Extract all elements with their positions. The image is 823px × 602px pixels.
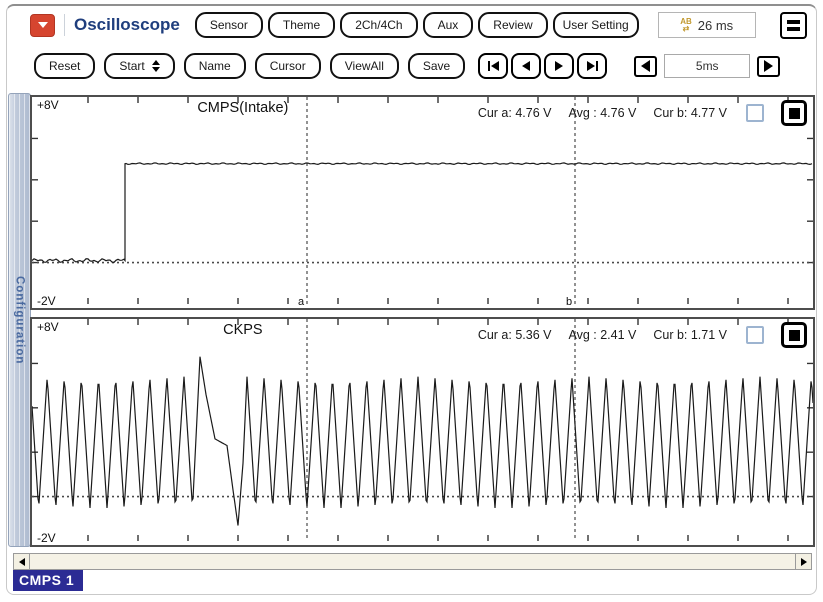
start-button-label: Start [119, 59, 145, 73]
start-button[interactable]: Start [104, 53, 175, 79]
cursor-button[interactable]: Cursor [254, 53, 321, 79]
timebase-increase-button[interactable] [757, 55, 781, 77]
bar-icon [595, 61, 598, 71]
skip-to-end-button[interactable] [577, 53, 608, 79]
cursor-b-value: Cur b: 4.77 V [653, 106, 727, 120]
measurement-readout: Cur a: 5.36 V Avg : 2.41 V Cur b: 1.71 V [478, 322, 807, 348]
viewall-button[interactable]: ViewAll [329, 53, 399, 79]
triangle-right-icon [764, 60, 774, 72]
filled-square-icon [788, 107, 800, 119]
oscilloscope-app: Oscilloscope Sensor Theme 2Ch/4Ch Aux Re… [0, 0, 823, 602]
configuration-tab[interactable]: Configuration [8, 93, 31, 547]
triangle-left-icon [490, 61, 499, 71]
chevron-down-icon [37, 22, 48, 28]
ckps-trace [32, 356, 813, 526]
scroll-left-button[interactable] [14, 554, 30, 569]
ckps-waveform-canvas [32, 319, 813, 541]
ab-cursor-icon: AB ⇄ [680, 16, 692, 33]
scope-area: +8V CMPS(Intake) Cur a: 4.76 V Avg : 4.7… [30, 95, 815, 547]
channel-title: CKPS [223, 322, 263, 338]
aux-button[interactable]: Aux [422, 12, 474, 38]
cursor-a-value: Cur a: 5.36 V [477, 328, 552, 342]
bar-icon [487, 61, 490, 71]
app-menu-button[interactable] [30, 13, 55, 37]
channel-mode-button[interactable]: 2Ch/4Ch [340, 12, 418, 38]
channel-color-button[interactable] [781, 100, 807, 126]
cursor-a-value: Cur a: 4.76 V [477, 106, 552, 120]
spinner-icon [151, 60, 160, 72]
toolbar-second: Reset Start Name Cursor ViewAll Save 5ms [34, 50, 807, 82]
average-value: Avg : 4.76 V [568, 106, 637, 120]
tick-marks [32, 97, 813, 304]
triangle-right-icon [586, 61, 595, 71]
app-title: Oscilloscope [74, 15, 180, 34]
triangle-left-icon [18, 557, 25, 566]
triangle-left-icon [641, 60, 651, 72]
user-setting-button[interactable]: User Setting [552, 12, 639, 38]
toolbar-top: Oscilloscope Sensor Theme 2Ch/4Ch Aux Re… [30, 10, 807, 40]
name-button[interactable]: Name [183, 53, 246, 79]
cursor-b-value: Cur b: 1.71 V [653, 328, 727, 342]
vmin-label: -2V [37, 531, 56, 545]
cursor-a-label: a [298, 296, 305, 308]
scrollbar-thumb[interactable] [30, 554, 795, 569]
selected-channel-tag[interactable]: CMPS 1 [13, 570, 84, 591]
reset-button[interactable]: Reset [34, 53, 96, 79]
ab-time-display: AB ⇄ 26 ms [657, 12, 756, 38]
channel-color-button[interactable] [781, 322, 807, 348]
horizontal-scrollbar[interactable] [13, 553, 812, 570]
filled-square-icon [788, 329, 800, 341]
average-value: Avg : 2.41 V [568, 328, 637, 342]
vmax-label: +8V [37, 320, 59, 334]
cursor-b-label: b [566, 296, 573, 308]
tick-marks [32, 319, 813, 541]
timebase-control: 5ms [634, 54, 781, 78]
timebase-decrease-button[interactable] [634, 55, 658, 77]
ab-time-value: 26 ms [697, 17, 734, 33]
triangle-left-icon [522, 61, 531, 71]
scroll-right-button[interactable] [795, 554, 811, 569]
channel-checkbox[interactable] [746, 104, 764, 122]
review-button[interactable]: Review [478, 12, 548, 38]
vmax-label: +8V [37, 98, 59, 112]
playback-controls [478, 53, 608, 79]
cmps-waveform-canvas [32, 97, 813, 304]
theme-button[interactable]: Theme [267, 12, 336, 38]
triangle-right-icon [555, 61, 564, 71]
cmps-trace [32, 162, 813, 263]
menu-bars-icon [787, 19, 800, 24]
save-button[interactable]: Save [407, 53, 466, 79]
skip-to-start-button[interactable] [478, 53, 509, 79]
channel-title: CMPS(Intake) [197, 100, 289, 116]
divider [64, 14, 65, 36]
triangle-right-icon [800, 557, 807, 566]
channel-panel-ckps: +8V CKPS Cur a: 5.36 V Avg : 2.41 V Cur … [30, 317, 815, 547]
channel-checkbox[interactable] [746, 326, 764, 344]
measurement-readout: Cur a: 4.76 V Avg : 4.76 V Cur b: 4.77 V [478, 100, 807, 126]
timebase-value: 5ms [664, 54, 751, 78]
configuration-tab-label: Configuration [13, 275, 26, 365]
step-back-button[interactable] [511, 53, 542, 79]
sensor-button[interactable]: Sensor [194, 12, 263, 38]
vmin-label: -2V [37, 294, 56, 308]
channel-panel-cmps: +8V CMPS(Intake) Cur a: 4.76 V Avg : 4.7… [30, 95, 815, 310]
step-forward-button[interactable] [544, 53, 575, 79]
window-menu-button[interactable] [780, 11, 807, 39]
